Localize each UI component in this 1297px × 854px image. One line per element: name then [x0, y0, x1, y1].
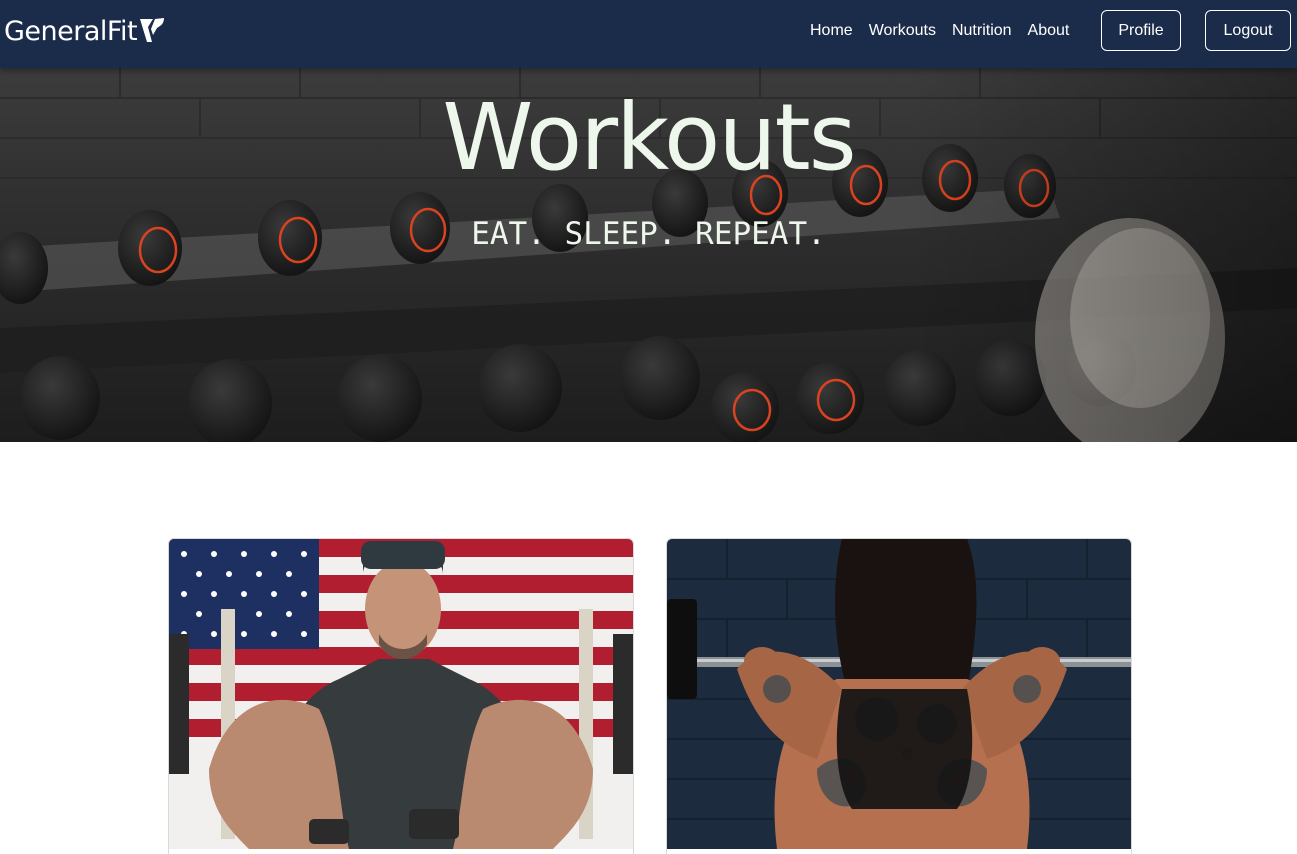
nav-link-workouts[interactable]: Workouts	[869, 21, 936, 41]
nav-link-about[interactable]: About	[1028, 21, 1070, 41]
profile-button[interactable]: Profile	[1101, 10, 1181, 51]
tattooed-woman-barbell-image	[667, 539, 1131, 849]
hero-subtitle: EAT. SLEEP. REPEAT.	[471, 216, 826, 252]
nav-links: Home Workouts Nutrition About	[810, 21, 1085, 41]
hero-title: Workouts	[442, 84, 856, 191]
hero-banner: Workouts EAT. SLEEP. REPEAT.	[0, 68, 1297, 442]
card-image-barbell	[667, 539, 1131, 849]
brand-logo-icon	[140, 18, 165, 42]
brand-name: GeneralFit	[4, 15, 138, 47]
logout-button[interactable]: Logout	[1205, 10, 1291, 51]
workout-card-2[interactable]	[666, 538, 1132, 854]
nav-link-home[interactable]: Home	[810, 21, 853, 41]
card-image-bodybuilder	[169, 539, 633, 849]
nav-link-nutrition[interactable]: Nutrition	[952, 21, 1012, 41]
brand-link[interactable]: GeneralFit	[4, 14, 166, 48]
bodybuilder-flag-image	[169, 539, 633, 849]
workout-card-1[interactable]	[168, 538, 634, 854]
top-navbar: GeneralFit Home Workouts Nutrition About…	[0, 0, 1297, 68]
